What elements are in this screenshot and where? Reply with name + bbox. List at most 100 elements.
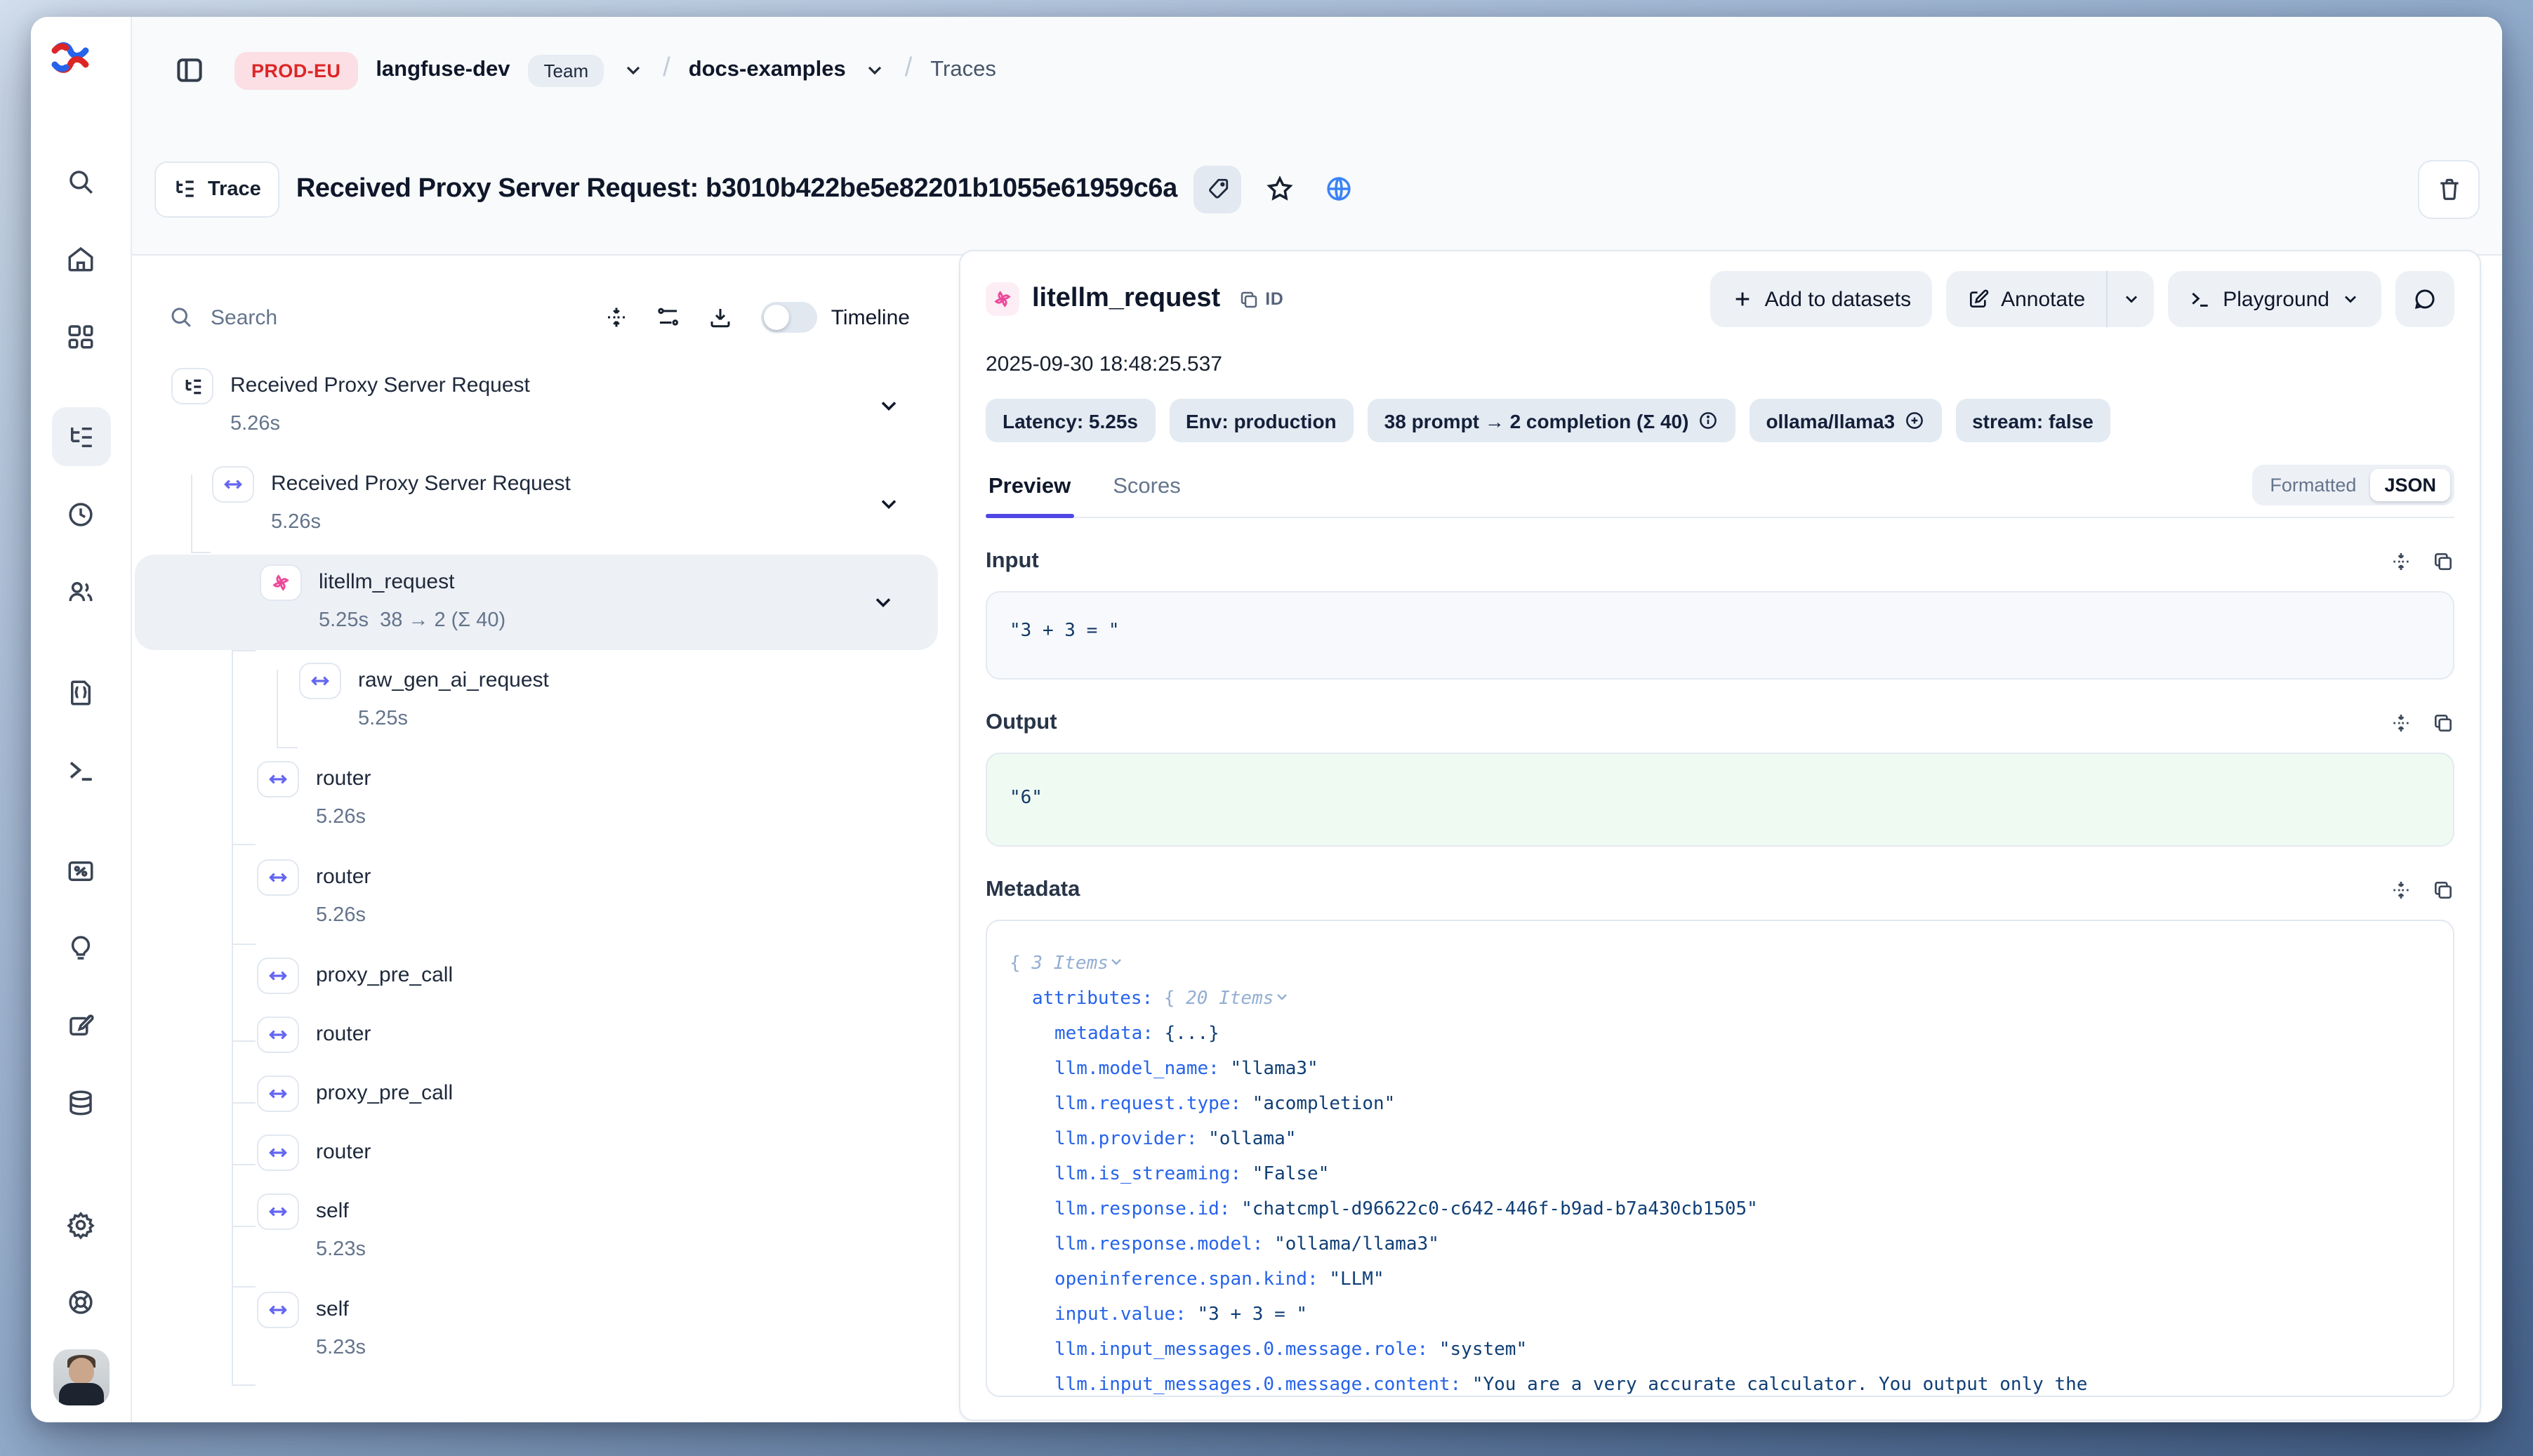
user-avatar[interactable] [53, 1349, 109, 1405]
timeline-toggle[interactable] [761, 302, 817, 333]
json-line: llm.request.type: "acompletion" [1010, 1087, 2431, 1122]
collapse-section-icon[interactable] [2390, 550, 2412, 573]
collapse-section-icon[interactable] [2390, 712, 2412, 734]
span-name: router [316, 859, 371, 896]
tree-row-selected[interactable]: litellm_request 5.25s 38 → 2 (Σ 40) [135, 555, 938, 650]
observation-header: litellm_request ID Add to datasets [986, 271, 2454, 327]
search-nav-icon[interactable] [51, 152, 110, 211]
collapse-section-icon[interactable] [2390, 879, 2412, 901]
output-label: Output [986, 710, 1057, 736]
tracing-nav-icon[interactable] [51, 407, 110, 466]
tree-row[interactable]: router [132, 1017, 944, 1053]
input-label: Input [986, 549, 1039, 574]
copy-icon[interactable] [2432, 712, 2454, 734]
view-options-icon[interactable] [647, 296, 689, 338]
tree-row[interactable]: Received Proxy Server Request5.26s [132, 466, 944, 542]
span-name: router [316, 1134, 371, 1171]
tree-row[interactable]: self5.23s [132, 1292, 944, 1368]
latency-badge: Latency: 5.25s [986, 399, 1155, 442]
bookmark-star-icon[interactable] [1259, 168, 1301, 210]
metadata-label: Metadata [986, 878, 1080, 903]
env-badge: Env: production [1169, 399, 1354, 442]
input-section-header: Input [986, 549, 2454, 574]
tree-row[interactable]: raw_gen_ai_request5.25s [132, 663, 944, 739]
span-duration: 5.26s [316, 798, 371, 837]
users-icon[interactable] [51, 562, 110, 621]
breadcrumb-separator: / [663, 53, 670, 84]
chevron-down-icon[interactable] [876, 393, 901, 418]
span-duration: 5.25s [358, 699, 549, 739]
tab-preview[interactable]: Preview [986, 475, 1073, 517]
format-toggle-formatted[interactable]: Formatted [2256, 469, 2370, 501]
span-name: Received Proxy Server Request [230, 368, 530, 404]
annotate-dropdown-chevron[interactable] [2106, 271, 2154, 327]
format-toggle-json[interactable]: JSON [2370, 469, 2450, 501]
trace-tree-panel: Search Timeline [132, 256, 944, 1422]
prompts-icon[interactable] [51, 663, 110, 722]
sessions-clock-icon[interactable] [51, 484, 110, 543]
collapse-chevron-icon[interactable] [1109, 953, 1125, 970]
tree-row[interactable]: Received Proxy Server Request5.26s [132, 368, 944, 444]
tags-button[interactable] [1194, 165, 1242, 213]
public-globe-icon[interactable] [1318, 168, 1360, 210]
observation-title: litellm_request [1032, 284, 1220, 315]
span-icon [257, 1193, 299, 1230]
dashboards-icon[interactable] [51, 306, 110, 365]
tree-row[interactable]: proxy_pre_call [132, 1076, 944, 1112]
evaluators-icon[interactable] [51, 841, 110, 900]
insights-lightbulb-icon[interactable] [51, 918, 110, 977]
playground-terminal-icon[interactable] [51, 740, 110, 799]
org-chevron-down-icon[interactable] [622, 59, 644, 81]
generation-icon [986, 282, 1019, 316]
download-icon[interactable] [699, 296, 741, 338]
support-lifebuoy-icon[interactable] [51, 1272, 110, 1331]
annotate-button[interactable]: Annotate [1946, 271, 2106, 327]
copy-icon[interactable] [2432, 879, 2454, 901]
project-chevron-down-icon[interactable] [864, 59, 887, 81]
add-to-datasets-button[interactable]: Add to datasets [1710, 271, 1933, 327]
collapse-chevron-icon[interactable] [1274, 988, 1290, 1005]
copy-id-button[interactable]: ID [1238, 289, 1283, 310]
stream-badge: stream: false [1955, 399, 2110, 442]
collapse-all-icon[interactable] [595, 296, 637, 338]
playground-button[interactable]: Playground [2168, 271, 2381, 327]
section-name[interactable]: Traces [930, 58, 996, 83]
annotation-icon[interactable] [51, 995, 110, 1054]
environment-badge[interactable]: PROD-EU [234, 51, 357, 89]
span-duration: 5.23s [316, 1328, 366, 1368]
tab-scores[interactable]: Scores [1110, 475, 1184, 517]
search-input[interactable]: Search [168, 305, 586, 330]
search-icon [168, 305, 194, 330]
timeline-label: Timeline [831, 305, 910, 329]
settings-gear-icon[interactable] [51, 1195, 110, 1254]
home-icon[interactable] [51, 229, 110, 288]
tree-row[interactable]: router5.26s [132, 859, 944, 935]
org-name[interactable]: langfuse-dev [376, 58, 510, 83]
span-icon [257, 859, 299, 896]
chevron-down-icon[interactable] [871, 590, 896, 615]
tree-row[interactable]: router5.26s [132, 761, 944, 837]
span-name: raw_gen_ai_request [358, 663, 549, 699]
chevron-down-icon[interactable] [876, 491, 901, 517]
project-name[interactable]: docs-examples [689, 58, 846, 83]
comments-button[interactable] [2395, 271, 2454, 327]
app-window: PROD-EU langfuse-dev Team / docs-example… [31, 17, 2502, 1422]
output-value: "6" [986, 753, 2454, 847]
tree-row[interactable]: proxy_pre_call [132, 958, 944, 994]
tree-row[interactable]: self5.23s [132, 1193, 944, 1269]
metric-badges: Latency: 5.25s Env: production 38 prompt… [986, 399, 2454, 442]
span-icon [257, 1017, 299, 1053]
span-name: proxy_pre_call [316, 958, 453, 994]
langfuse-logo-icon [49, 37, 91, 79]
trace-title: Received Proxy Server Request: b3010b422… [296, 173, 1177, 204]
copy-icon[interactable] [2432, 550, 2454, 573]
delete-trace-button[interactable] [2418, 159, 2480, 218]
token-usage-badge[interactable]: 38 prompt → 2 completion (Σ 40) [1368, 399, 1735, 442]
json-line: llm.response.id: "chatcmpl-d96622c0-c642… [1010, 1192, 2431, 1227]
json-line: llm.provider: "ollama" [1010, 1122, 2431, 1157]
datasets-database-icon[interactable] [51, 1073, 110, 1132]
tree-row[interactable]: router [132, 1134, 944, 1171]
sidebar-toggle-icon[interactable] [168, 49, 211, 91]
span-icon [257, 761, 299, 798]
model-badge[interactable]: ollama/llama3 [1749, 399, 1941, 442]
